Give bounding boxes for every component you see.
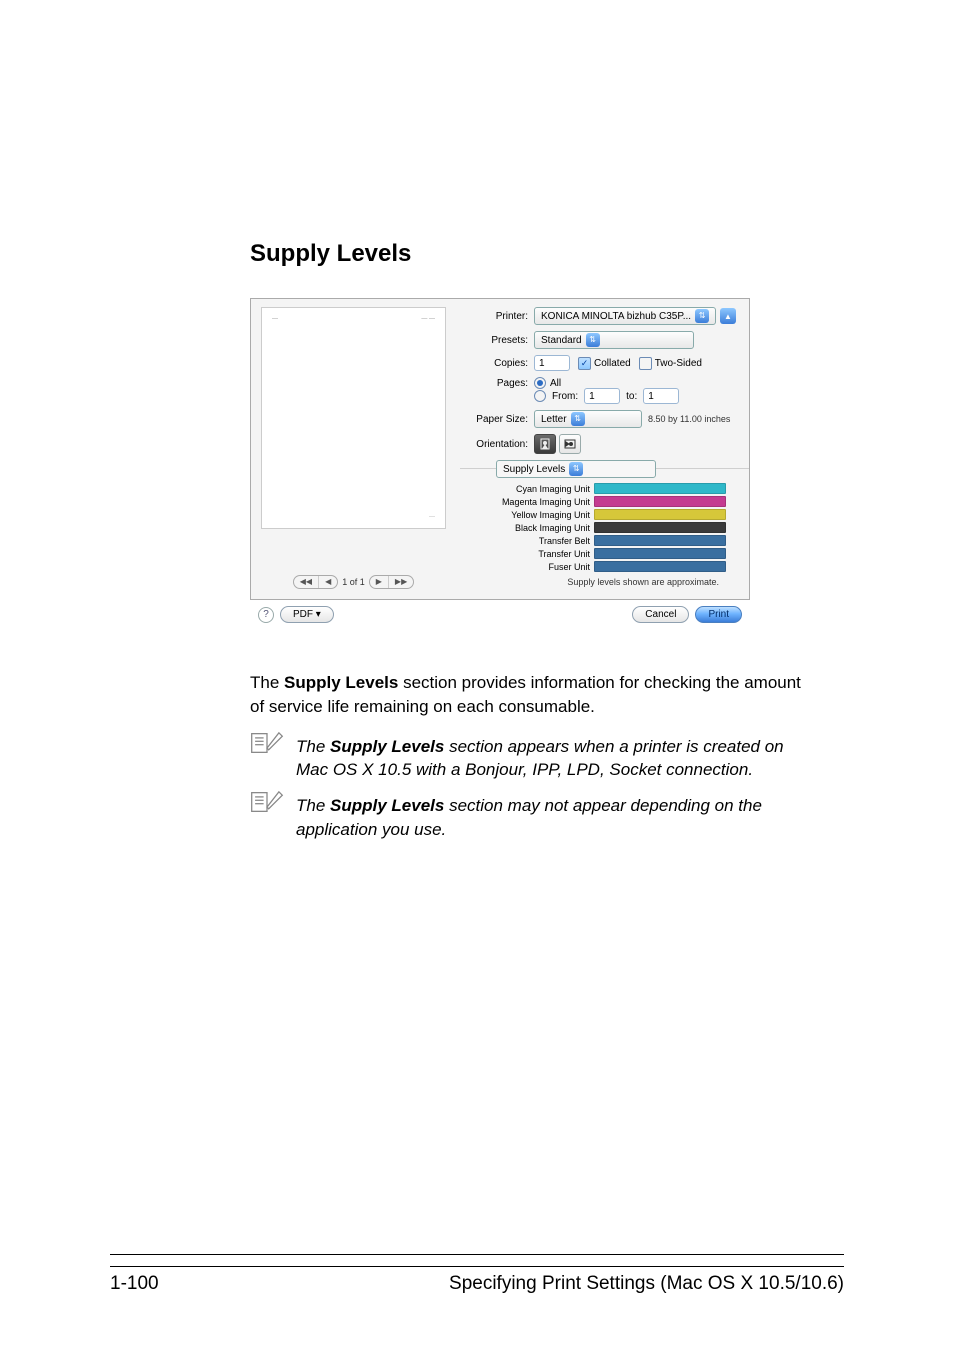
updown-icon: ⇅ bbox=[569, 462, 583, 476]
supply-bar bbox=[594, 509, 726, 520]
supply-bar bbox=[594, 548, 726, 559]
orientation-portrait[interactable] bbox=[534, 434, 556, 454]
pages-to-label: to: bbox=[626, 391, 637, 402]
pages-all-label: All bbox=[550, 378, 561, 389]
rewind-icon: ◀◀ bbox=[294, 576, 319, 588]
page-preview: —— — — bbox=[261, 307, 446, 529]
checkbox-icon bbox=[639, 357, 652, 370]
note-1: The Supply Levels section appears when a… bbox=[250, 731, 814, 783]
next-icon: ▶ bbox=[370, 576, 389, 588]
updown-icon: ⇅ bbox=[571, 412, 585, 426]
twosided-checkbox[interactable]: Two-Sided bbox=[639, 357, 702, 370]
twosided-label: Two-Sided bbox=[655, 358, 702, 369]
printer-value: KONICA MINOLTA bizhub C35P... bbox=[541, 311, 691, 322]
supply-row: Transfer Unit bbox=[460, 547, 739, 560]
collated-label: Collated bbox=[594, 358, 631, 369]
supply-name: Black Imaging Unit bbox=[460, 523, 594, 533]
supply-bar bbox=[594, 535, 726, 546]
printer-select[interactable]: KONICA MINOLTA bizhub C35P... ⇅ bbox=[534, 307, 716, 325]
question-icon: ? bbox=[263, 609, 269, 620]
triangle-up-icon: ▲ bbox=[724, 312, 732, 321]
updown-icon: ⇅ bbox=[586, 333, 600, 347]
papersize-value: Letter bbox=[541, 414, 567, 425]
preview-nav: ◀◀ ◀ 1 of 1 ▶ ▶▶ bbox=[261, 571, 446, 593]
supply-name: Transfer Belt bbox=[460, 536, 594, 546]
page-heading: Supply Levels bbox=[250, 240, 814, 268]
page-number: 1-100 bbox=[110, 1273, 159, 1295]
supply-row: Fuser Unit bbox=[460, 560, 739, 573]
pdf-button[interactable]: PDF ▾ bbox=[280, 606, 334, 623]
cancel-button[interactable]: Cancel bbox=[632, 606, 689, 623]
orientation-label: Orientation: bbox=[460, 439, 534, 450]
preview-counter: 1 of 1 bbox=[342, 577, 365, 587]
prev-icon: ◀ bbox=[319, 576, 337, 588]
note-2: The Supply Levels section may not appear… bbox=[250, 790, 814, 842]
pages-label: Pages: bbox=[460, 378, 534, 389]
collated-checkbox[interactable]: ✓ Collated bbox=[578, 357, 631, 370]
portrait-icon bbox=[540, 438, 550, 450]
preview-prev-button[interactable]: ◀◀ ◀ bbox=[293, 575, 338, 589]
presets-label: Presets: bbox=[460, 335, 534, 346]
supply-name: Yellow Imaging Unit bbox=[460, 510, 594, 520]
supply-row: Black Imaging Unit bbox=[460, 521, 739, 534]
check-icon: ✓ bbox=[578, 357, 591, 370]
supply-row: Yellow Imaging Unit bbox=[460, 508, 739, 521]
forward-icon: ▶▶ bbox=[389, 576, 413, 588]
supply-bar bbox=[594, 561, 726, 572]
footer-title: Specifying Print Settings (Mac OS X 10.5… bbox=[449, 1273, 844, 1295]
supply-list: Cyan Imaging Unit Magenta Imaging Unit Yel… bbox=[460, 482, 739, 573]
supply-bar bbox=[594, 483, 726, 494]
supply-name: Cyan Imaging Unit bbox=[460, 484, 594, 494]
presets-value: Standard bbox=[541, 335, 582, 346]
pages-from-input[interactable]: 1 bbox=[584, 388, 620, 404]
pages-to-input[interactable]: 1 bbox=[643, 388, 679, 404]
pages-all-radio[interactable] bbox=[534, 377, 546, 389]
supply-row: Transfer Belt bbox=[460, 534, 739, 547]
printer-label: Printer: bbox=[460, 311, 534, 322]
note-icon bbox=[250, 731, 284, 762]
print-dialog-screenshot: —— — — ◀◀ ◀ 1 of 1 ▶ bbox=[250, 298, 750, 631]
copies-input[interactable]: 1 bbox=[534, 355, 570, 371]
preview-next-button[interactable]: ▶ ▶▶ bbox=[369, 575, 414, 589]
supply-bar bbox=[594, 522, 726, 533]
papersize-label: Paper Size: bbox=[460, 414, 534, 425]
print-button[interactable]: Print bbox=[695, 606, 742, 623]
pages-from-label: From: bbox=[552, 391, 578, 402]
orientation-landscape[interactable] bbox=[559, 434, 581, 454]
supplies-footnote: Supply levels shown are approximate. bbox=[460, 573, 739, 593]
supply-row: Magenta Imaging Unit bbox=[460, 495, 739, 508]
copies-label: Copies: bbox=[460, 358, 534, 369]
section-value: Supply Levels bbox=[503, 464, 565, 475]
note-icon bbox=[250, 790, 284, 821]
presets-select[interactable]: Standard ⇅ bbox=[534, 331, 694, 349]
section-select[interactable]: Supply Levels ⇅ bbox=[496, 460, 656, 478]
supply-bar bbox=[594, 496, 726, 507]
landscape-icon bbox=[564, 439, 576, 449]
supply-name: Magenta Imaging Unit bbox=[460, 497, 594, 507]
papersize-note: 8.50 by 11.00 inches bbox=[648, 414, 730, 424]
updown-icon: ⇅ bbox=[695, 309, 709, 323]
help-button[interactable]: ? bbox=[258, 607, 274, 623]
papersize-select[interactable]: Letter ⇅ bbox=[534, 410, 642, 428]
supply-name: Transfer Unit bbox=[460, 549, 594, 559]
printer-collapse-button[interactable]: ▲ bbox=[720, 308, 736, 324]
supply-name: Fuser Unit bbox=[460, 562, 594, 572]
supply-row: Cyan Imaging Unit bbox=[460, 482, 739, 495]
pages-range-radio[interactable] bbox=[534, 390, 546, 402]
description-paragraph: The Supply Levels section provides infor… bbox=[250, 671, 814, 719]
